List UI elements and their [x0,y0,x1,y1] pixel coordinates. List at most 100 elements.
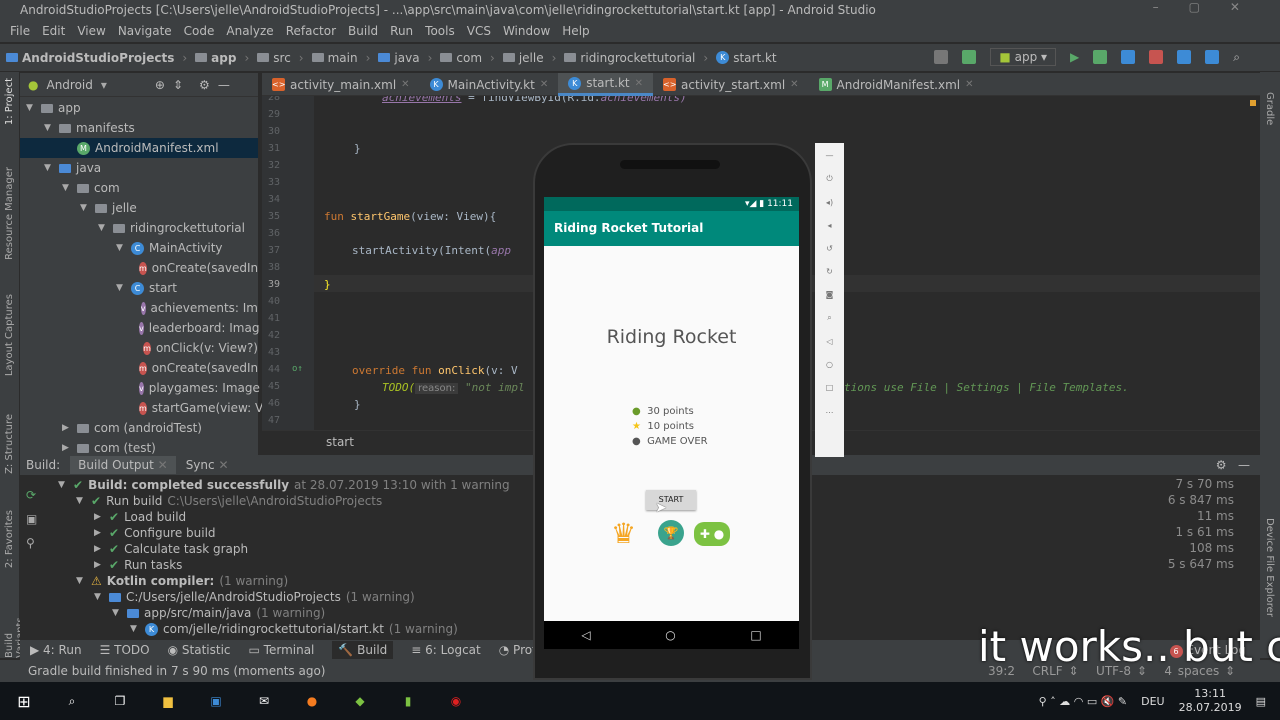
crumb-file[interactable]: start.kt [733,51,776,65]
rerun-icon[interactable]: ⟳ [26,483,37,507]
crumb-com[interactable]: com [456,51,482,65]
back-icon[interactable]: ◁ [581,628,590,642]
file-explorer-icon[interactable]: ▆ [144,682,192,720]
menu-window[interactable]: Window [497,24,556,38]
expand-arrow-icon[interactable]: ▶ [94,557,104,573]
profile-icon[interactable] [1121,50,1136,64]
menu-file[interactable]: File [4,24,36,38]
expand-arrow-icon[interactable]: ▼ [44,158,54,178]
tab-activity-start-xml[interactable]: <> activity_start.xml ✕ [653,73,809,96]
rotate-right-icon[interactable]: ↻ [826,267,833,276]
notifications-icon[interactable]: ▤ [1256,695,1266,708]
stop-icon[interactable] [1149,50,1164,64]
tab-androidmanifest-xml[interactable]: M AndroidManifest.xml ✕ [809,73,984,96]
build-output-row[interactable]: ▼ Kcom/jelle/ridingrockettutorial/start.k… [130,621,458,637]
tab-mainactivity-kt[interactable]: K MainActivity.kt ✕ [420,73,559,96]
home-icon[interactable]: ○ [665,628,675,642]
menu-vcs[interactable]: VCS [461,24,497,38]
tab-terminal[interactable]: ▭ Terminal [249,643,315,657]
tab-activity-main-xml[interactable]: <> activity_main.xml ✕ [262,73,420,96]
menu-view[interactable]: View [71,24,111,38]
gradle-tab[interactable]: Gradle [1264,92,1275,125]
zoom-icon[interactable]: ⌕ [827,313,831,323]
expand-arrow-icon[interactable]: ▼ [112,605,122,621]
locate-icon[interactable]: ⊕ [155,78,165,92]
device-file-explorer-tab[interactable]: Device File Explorer [1264,518,1275,617]
overview-icon[interactable]: □ [826,383,834,392]
menu-help[interactable]: Help [556,24,595,38]
tree-item[interactable]: ▼ com [20,178,258,198]
gear-icon[interactable]: ⚙ [199,78,210,92]
app-icon[interactable]: ▮ [384,682,432,720]
tree-item[interactable]: ▼ jelle [20,198,258,218]
crumb-main[interactable]: main [328,51,358,65]
window-controls[interactable]: –▢✕ [1153,0,1270,14]
override-gutter-icon[interactable]: o↑ [292,364,303,374]
tree-item[interactable]: m onCreate(savedIn [20,358,258,378]
power-icon[interactable]: ⏻ [826,174,832,184]
crumb-java[interactable]: java [394,51,419,65]
menu-refactor[interactable]: Refactor [280,24,342,38]
run-icon[interactable]: ▶ [1070,50,1079,64]
emulator-close-icon[interactable]: — [826,151,834,160]
expand-arrow-icon[interactable]: ▼ [80,198,90,218]
expand-arrow-icon[interactable]: ▶ [94,525,104,541]
expand-arrow-icon[interactable]: ▼ [98,218,108,238]
crumb-package[interactable]: ridingrockettutorial [580,51,695,65]
toggle-view-icon[interactable]: ▣ [26,507,37,531]
tab-logcat[interactable]: ≡ 6: Logcat [411,643,480,657]
menu-code[interactable]: Code [178,24,221,38]
expand-arrow-icon[interactable]: ▼ [44,118,54,138]
camera-icon[interactable]: ◙ [826,290,834,299]
close-icon[interactable]: ✕ [401,79,409,90]
build-output-row[interactable]: ▼ C:/Users/jelle/AndroidStudioProjects (1… [94,589,415,605]
more-icon[interactable]: … [826,406,834,415]
tree-item[interactable]: ▶ com (androidTest) [20,418,258,438]
clock[interactable]: 13:11 28.07.2019 [1179,687,1242,715]
tree-item[interactable]: v leaderboard: Imag [20,318,259,338]
build-output-row[interactable]: ▶ ✔ Run tasks [94,557,187,573]
tree-item[interactable]: m startGame(view: V [20,398,263,418]
expand-arrow-icon[interactable]: ▼ [62,178,72,198]
menu-analyze[interactable]: Analyze [220,24,279,38]
tree-item[interactable]: ▼ manifests [20,118,258,138]
tab-run[interactable]: ▶ 4: Run [30,643,82,657]
store-icon[interactable]: ▣ [192,682,240,720]
expand-arrow-icon[interactable]: ▼ [94,589,104,605]
build-output-row[interactable]: ▼ ✔ Build: completed successfully at 28.07… [58,477,510,493]
crumb-jelle[interactable]: jelle [519,51,544,65]
tab-todo[interactable]: ☰ TODO [100,643,150,657]
tray-icons[interactable]: ⚲ ˄ ☁ ◠ ▭ 🔇 ✎ [1039,695,1127,708]
tree-item[interactable]: m onCreate(savedIn [20,258,258,278]
tree-item[interactable]: ▼ app [20,98,258,118]
start-button[interactable]: START [646,490,696,510]
volume-down-icon[interactable]: ◂ [827,221,831,230]
tab-statistic[interactable]: ◉ Statistic [168,643,231,657]
crumb-src[interactable]: src [273,51,291,65]
pin-icon[interactable]: ⚲ [26,531,37,555]
windows-start-icon[interactable]: ⊞ [0,682,48,720]
resource-manager-tab[interactable]: Resource Manager [4,167,15,260]
close-icon[interactable]: ✕ [965,79,973,90]
layout-captures-tab[interactable]: Layout Captures [4,294,15,376]
menu-run[interactable]: Run [384,24,419,38]
expand-arrow-icon[interactable]: ▼ [26,98,36,118]
crumb-app[interactable]: app [211,51,236,65]
tab-start-kt[interactable]: Kstart.kt ✕ [558,73,654,96]
gear-icon[interactable]: ⚙ — [1216,458,1250,472]
crumb-project[interactable]: AndroidStudioProjects [22,51,174,65]
project-tool-tab[interactable]: 1: Project [4,78,15,125]
leaderboard-crown-icon[interactable]: ♛ [611,517,636,550]
tree-item[interactable]: ▼ Cstart [20,278,258,298]
tree-item[interactable]: M AndroidManifest.xml [20,138,258,158]
build-output-row[interactable]: ▼ ✔ Run build C:\Users\jelle\AndroidStudio… [76,493,382,509]
tab-sync[interactable]: Sync ✕ [186,458,229,472]
expand-arrow-icon[interactable]: ▼ [116,278,126,298]
close-icon[interactable]: ✕ [790,79,798,90]
build-output-row[interactable]: ▼ ⚠ Kotlin compiler: (1 warning) [76,573,288,589]
search-icon[interactable]: ⌕ [48,682,96,720]
rotate-left-icon[interactable]: ↺ [826,244,833,253]
build-output-row[interactable]: ▼ app/src/main/java (1 warning) [112,605,325,621]
structure-tab[interactable]: Z: Structure [4,414,15,474]
tree-item[interactable]: ▼ C MainActivity [20,238,258,258]
